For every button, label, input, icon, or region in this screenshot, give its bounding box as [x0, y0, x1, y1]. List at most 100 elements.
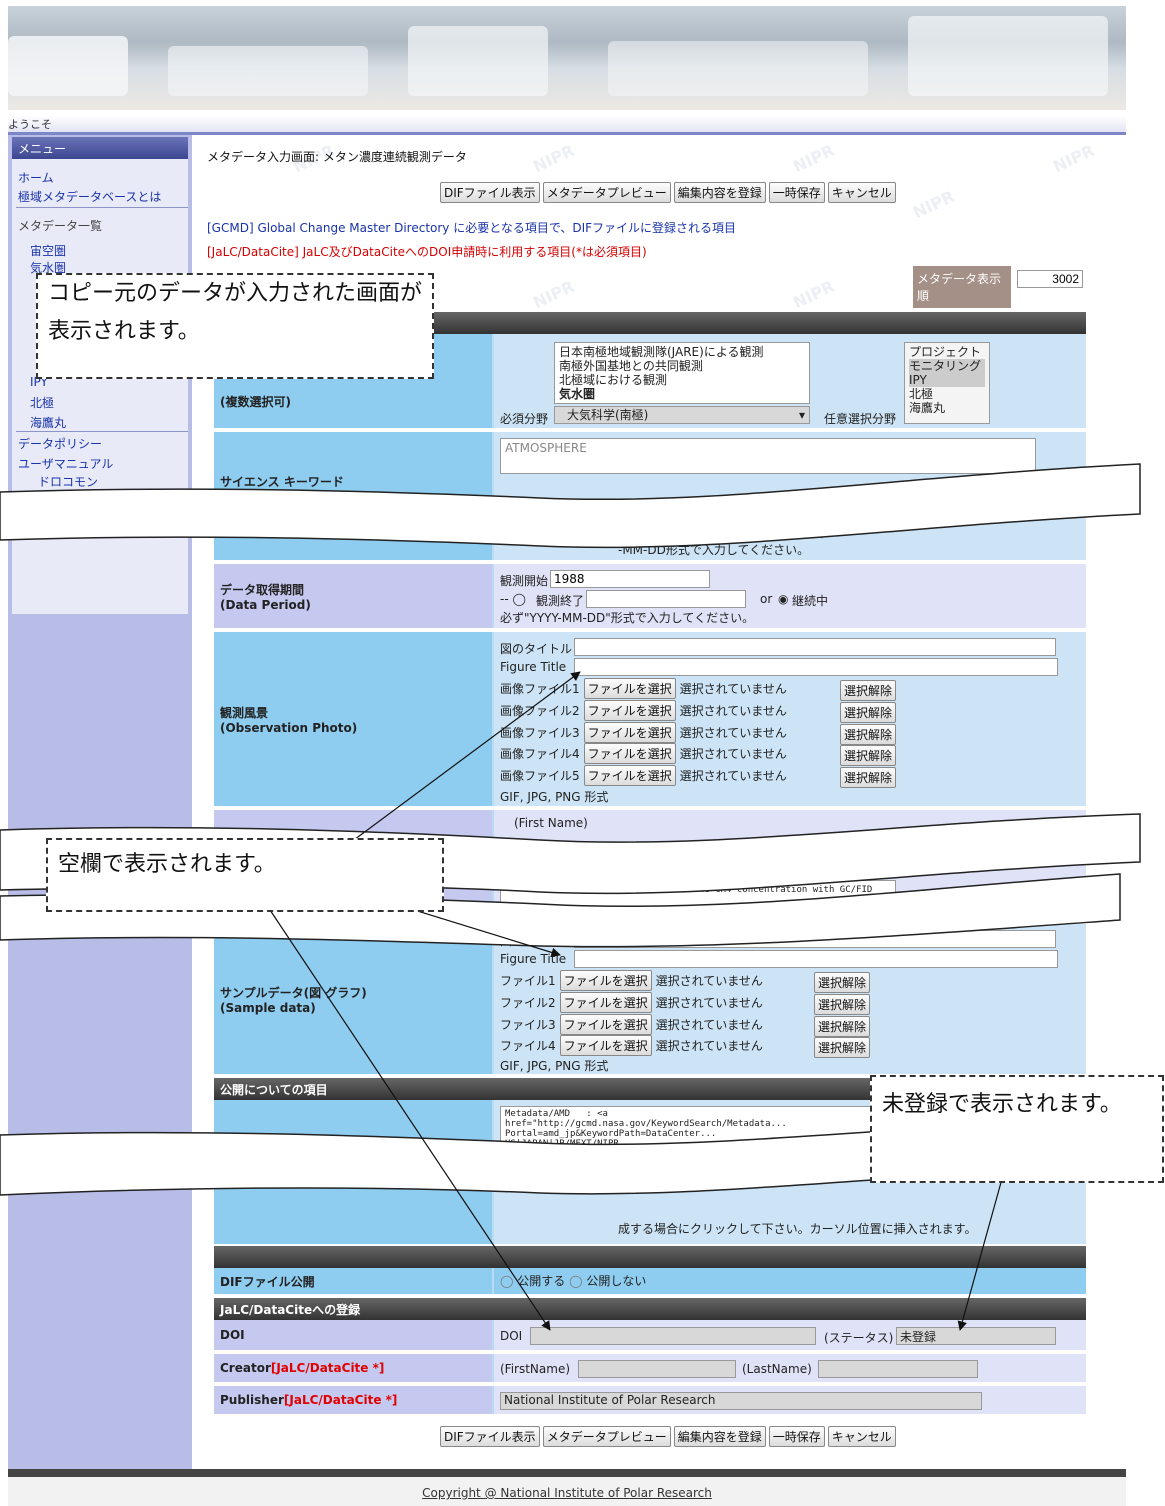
dif-section-header: [214, 1246, 1086, 1268]
clear-button[interactable]: 選択解除: [814, 1016, 871, 1037]
figure-title-en-label: Figure Title: [500, 660, 567, 674]
file-status: 選択されていません: [655, 974, 763, 988]
file-label: ファイル3: [500, 1018, 556, 1032]
continuing-radio[interactable]: ◉: [778, 524, 788, 538]
file-label: ファイル1: [500, 974, 556, 988]
end-date-input[interactable]: [586, 590, 746, 608]
dif-display-button[interactable]: DIFファイル表示: [440, 1426, 540, 1447]
callout-source-data: コピー元のデータが入力された画面が表示されます。: [36, 273, 434, 379]
end-date-input[interactable]: [644, 522, 744, 540]
choose-file-button[interactable]: ファイルを選択: [559, 1035, 652, 1056]
publish-yes-label: 公開する: [517, 1274, 566, 1288]
choose-file-button[interactable]: ファイルを選択: [559, 970, 652, 991]
sidebar-item-arctic[interactable]: 北極: [30, 394, 54, 411]
sidebar-link-policy[interactable]: データポリシー: [18, 435, 102, 452]
file-status: 選択されていません: [679, 769, 787, 783]
file-row: 画像ファイル1 ファイルを選択 選択されていません: [500, 678, 787, 699]
doi-input[interactable]: [530, 1327, 816, 1345]
choose-file-button[interactable]: ファイルを選択: [583, 743, 676, 764]
file-row: ファイル4 ファイルを選択 選択されていません: [500, 1035, 763, 1056]
watermark: NIPR: [1050, 140, 1098, 177]
clear-button[interactable]: 選択解除: [840, 702, 897, 723]
figure-title-ja-input[interactable]: [574, 930, 1056, 948]
choose-file-button[interactable]: ファイルを選択: [583, 700, 676, 721]
register-button[interactable]: 編集内容を登録: [673, 182, 766, 203]
abstract-textarea[interactable]: em of the CH4 concentration with GC/FID: [500, 880, 896, 916]
data-period-label-en: (Data Period): [220, 597, 311, 612]
sidebar-item-space[interactable]: 宙空圏: [30, 242, 66, 259]
sidebar-link-about[interactable]: 極域メタデータベースとは: [18, 188, 161, 205]
dif-display-button[interactable]: DIFファイル表示: [440, 182, 540, 203]
list-item[interactable]: 南極外国基地との共同観測: [559, 359, 805, 373]
list-item[interactable]: プロジェクト: [909, 345, 985, 359]
clear-button[interactable]: 選択解除: [840, 767, 897, 788]
metadata-preview-button[interactable]: メタデータプレビュー: [542, 1426, 671, 1447]
display-order-label: メタデータ表示順: [917, 272, 1002, 303]
list-item[interactable]: 海鷹丸: [909, 401, 985, 415]
file-status: 選択されていません: [679, 747, 787, 761]
temp-save-button[interactable]: 一時保存: [768, 1426, 825, 1447]
continuing-radio[interactable]: ◉: [778, 592, 788, 606]
creator-tag: [JaLC/DataCite *]: [270, 1361, 385, 1375]
publish-no-radio[interactable]: ◯: [569, 1274, 582, 1288]
publisher-tag: [JaLC/DataCite *]: [283, 1393, 398, 1407]
observation-photo-label-ja: 観測風景: [220, 705, 269, 720]
sample-data-value-cell: 図のタイトル Figure Title ファイル1 ファイルを選択 選択されていませ…: [494, 924, 1086, 1074]
end-radio[interactable]: -- ◯: [500, 592, 526, 606]
figure-title-ja-input[interactable]: [574, 638, 1056, 656]
sidebar-link-partial[interactable]: ドロコモン: [38, 473, 98, 490]
project-value-cell: 日本南極地域観測隊(JARE)による観測 南極外国基地との共同観測 北極域におけ…: [494, 334, 1086, 428]
list-item[interactable]: 北極域における観測: [559, 373, 805, 387]
display-order-box: メタデータ表示順: [913, 266, 1083, 308]
clear-button[interactable]: 選択解除: [840, 745, 897, 766]
metadata-preview-button[interactable]: メタデータプレビュー: [542, 182, 671, 203]
publish-no-label: 公開しない: [586, 1274, 647, 1288]
last-name-field[interactable]: [818, 1360, 978, 1378]
file-row: 画像ファイル4 ファイルを選択 選択されていません: [500, 743, 787, 764]
publisher-label-wrap: Publisher[JaLC/DataCite *]: [220, 1393, 486, 1407]
register-button[interactable]: 編集内容を登録: [673, 1426, 766, 1447]
first-name-field[interactable]: [578, 1360, 736, 1378]
cancel-button[interactable]: キャンセル: [827, 1426, 896, 1447]
clear-button[interactable]: 選択解除: [814, 1037, 871, 1058]
choose-file-button[interactable]: ファイルを選択: [559, 1014, 652, 1035]
clear-button[interactable]: 選択解除: [840, 680, 897, 701]
publish-yes-radio[interactable]: ◯: [500, 1274, 513, 1288]
display-order-input[interactable]: [1017, 270, 1083, 288]
choose-file-button[interactable]: ファイルを選択: [559, 992, 652, 1013]
start-date-input[interactable]: [550, 570, 710, 588]
figure-title-en-input[interactable]: [574, 658, 1058, 676]
copyright-link[interactable]: Copyright @ National Institute of Polar …: [8, 1477, 1126, 1506]
temp-save-button[interactable]: 一時保存: [768, 182, 825, 203]
first-name-label: (First Name): [514, 816, 588, 830]
list-item[interactable]: モニタリング: [909, 359, 985, 373]
doi-label: DOI: [220, 1328, 245, 1342]
sidebar-link-home[interactable]: ホーム: [18, 169, 54, 186]
choose-file-button[interactable]: ファイルを選択: [583, 722, 676, 743]
choose-file-button[interactable]: ファイルを選択: [583, 678, 676, 699]
url-label: データ公開方法(URL等): [220, 1157, 354, 1172]
clear-button[interactable]: 選択解除: [814, 972, 871, 993]
required-select[interactable]: 大気科学(南極) ▾: [554, 406, 810, 424]
file-status: 選択されていません: [679, 682, 787, 696]
sidebar-link-manual[interactable]: ユーザマニュアル: [18, 455, 113, 472]
list-item[interactable]: 日本南極地域観測隊(JARE)による観測: [559, 345, 805, 359]
list-item[interactable]: IPY: [909, 373, 985, 387]
sidebar-item-umitaka[interactable]: 海鷹丸: [30, 414, 66, 431]
choose-file-button[interactable]: ファイルを選択: [583, 765, 676, 786]
url-textarea[interactable]: Metadata/AMD : <a href="http://gcmd.nasa…: [500, 1106, 896, 1176]
optional-listbox[interactable]: プロジェクト モニタリング IPY 北極 海鷹丸: [904, 342, 990, 424]
figure-title-ja-label: 図のタイトル: [500, 934, 573, 948]
personnel-value-cell: (First Name) em of the CH4 concentration…: [494, 810, 1086, 920]
keywords-textarea[interactable]: ATMOSPHERE: [500, 438, 1036, 474]
list-item[interactable]: 北極: [909, 387, 985, 401]
clear-button[interactable]: 選択解除: [840, 724, 897, 745]
figure-title-en-input[interactable]: [574, 950, 1058, 968]
sidebar-divider: [16, 431, 188, 432]
project-listbox[interactable]: 日本南極地域観測隊(JARE)による観測 南極外国基地との共同観測 北極域におけ…: [554, 342, 810, 404]
file-row: ファイル1 ファイルを選択 選択されていません: [500, 970, 763, 991]
cancel-button[interactable]: キャンセル: [827, 182, 896, 203]
clear-button[interactable]: 選択解除: [814, 994, 871, 1015]
watermark: NIPR: [790, 276, 838, 313]
optional-field-label: 任意選択分野: [824, 412, 897, 426]
